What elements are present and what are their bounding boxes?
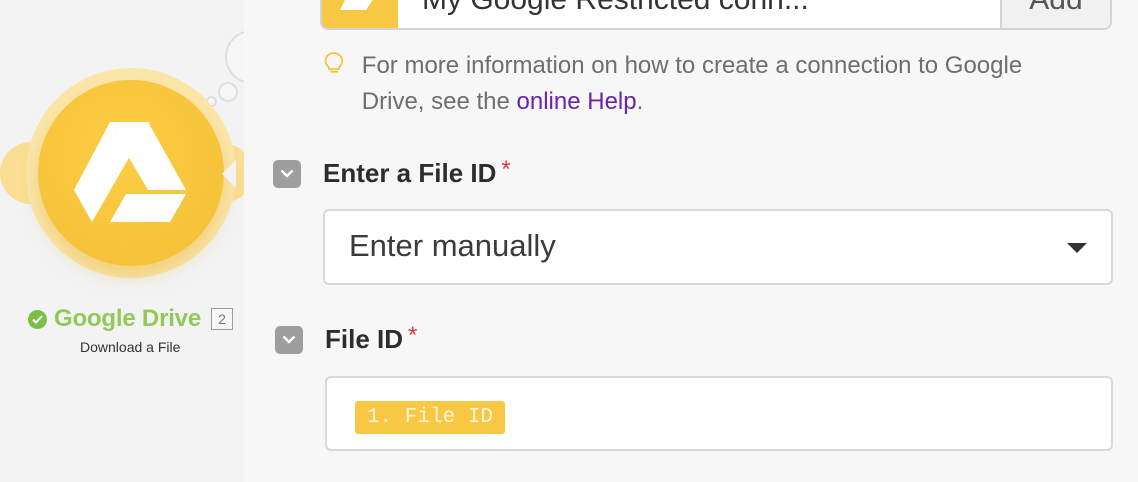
chevron-down-icon [280,169,294,178]
caret-down-icon [1067,243,1087,253]
select-value: Enter manually [349,228,556,263]
module-notch [222,160,236,188]
field-label: File ID [325,324,404,354]
online-help-link[interactable]: online Help [517,88,637,115]
required-mark: * [501,155,511,183]
chevron-down-icon [282,335,296,344]
check-circle-icon [28,309,47,329]
hint-text: For more information on how to create a … [361,52,1023,115]
required-mark: * [408,321,418,349]
canvas-bubble [218,82,238,102]
module-title[interactable]: Google Drive 2 [28,305,233,333]
add-connection-button[interactable]: Add [1000,0,1110,28]
file-id-mode-select[interactable]: Enter manually [323,209,1113,285]
scenario-canvas: Google Drive 2 Download a File [0,0,244,482]
mapped-variable-pill[interactable]: 1. File ID [355,401,506,434]
field-label: Enter a File ID [323,158,497,188]
google-drive-icon [74,122,186,222]
connection-hint: For more information on how to create a … [324,48,1084,120]
collapse-toggle[interactable] [273,159,301,188]
module-name: Google Drive [54,305,201,332]
canvas-bubble [225,30,244,84]
module-number-badge: 2 [210,308,233,330]
module-settings-panel: My Google Restricted conn... Add For mor… [244,0,1138,482]
google-drive-icon [322,0,398,28]
file-id-header: File ID * [275,321,418,355]
file-id-input[interactable]: 1. File ID [325,376,1113,451]
module-subtitle: Download a File [80,339,181,355]
collapse-toggle[interactable] [275,325,303,354]
lightbulb-icon [324,52,344,73]
connection-selector[interactable]: My Google Restricted conn... Add [320,0,1112,30]
connection-value[interactable]: My Google Restricted conn... [398,0,1000,28]
file-id-mode-header: Enter a File ID * [273,155,511,189]
